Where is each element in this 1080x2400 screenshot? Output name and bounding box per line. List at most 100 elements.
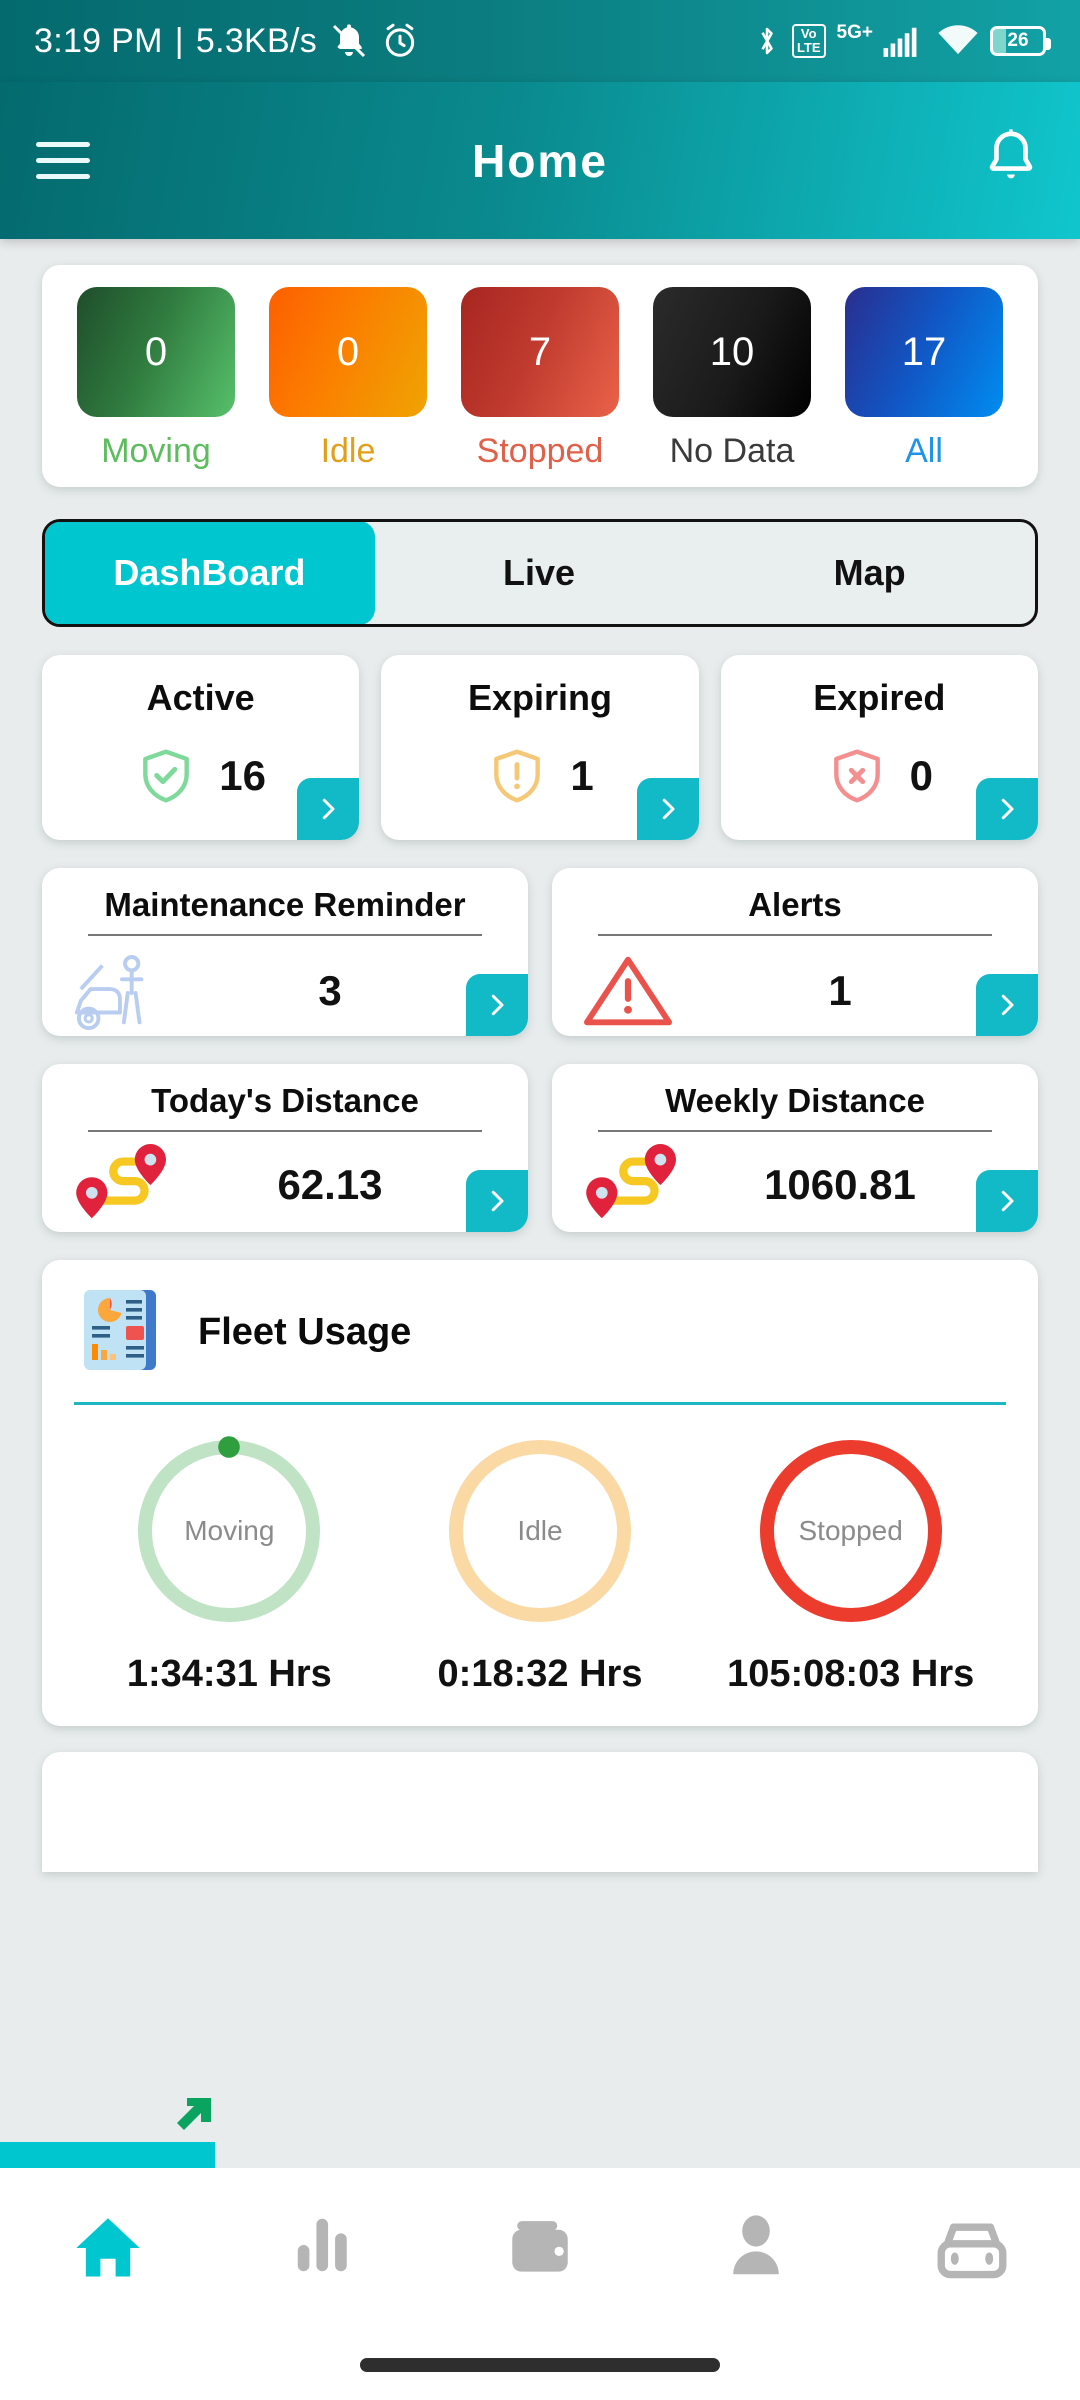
fleet-ring-idle-label: Idle [517, 1515, 563, 1546]
metric-card-expiring[interactable]: Expiring 1 [381, 655, 699, 840]
shield-x-icon [833, 749, 880, 803]
status-tile-no-data-label: No Data [669, 432, 795, 470]
fleet-ring-stopped: Stopped 105:08:03 Hrs [695, 1431, 1006, 1696]
bell-mute-icon [332, 24, 366, 58]
fleet-usage-rings: Moving 1:34:31 Hrs Idle 0:18:32 Hrs Stop… [74, 1431, 1006, 1696]
card-alerts-chevron[interactable] [976, 974, 1038, 1036]
shield-check-icon [143, 749, 190, 803]
tab-dashboard[interactable]: DashBoard [45, 522, 375, 624]
scroll-content: 0 Moving 0 Idle 7 Stopped 10 No Data 17 … [0, 239, 1080, 1872]
status-separator: | [174, 21, 184, 60]
metric-card-expiring-value: 1 [570, 752, 594, 799]
status-tile-stopped-label: Stopped [476, 432, 604, 470]
metric-card-expired-title: Expired [813, 677, 946, 718]
vehicle-status-summary-card: 0 Moving 0 Idle 7 Stopped 10 No Data 17 … [42, 265, 1038, 487]
metric-card-expired-value: 0 [909, 752, 933, 799]
nav-item-home[interactable] [0, 2210, 216, 2286]
divider [88, 1130, 482, 1132]
tab-map[interactable]: Map [704, 522, 1035, 624]
card-todays-distance-chevron[interactable] [466, 1170, 528, 1232]
nav-item-reports[interactable] [216, 2210, 432, 2280]
status-tile-moving-label: Moving [101, 432, 211, 470]
card-todays-distance-value: 62.13 [277, 1161, 383, 1208]
status-tile-no-data-value: 10 [653, 287, 811, 417]
warning-triangle-icon [580, 948, 700, 1034]
maintenance-alerts-row: Maintenance Reminder 3 Alerts 1 [42, 868, 1038, 1036]
fleet-ring-stopped-value: 105:08:03 Hrs [727, 1653, 975, 1695]
divider [88, 934, 482, 936]
fleet-ring-idle-value: 0:18:32 Hrs [437, 1653, 643, 1695]
car-icon [937, 2223, 1007, 2279]
next-card-peek [42, 1752, 1038, 1872]
card-maintenance-reminder-title: Maintenance Reminder [104, 886, 466, 923]
metric-card-expiring-chevron[interactable] [636, 778, 699, 840]
metric-card-active[interactable]: Active 16 [42, 655, 360, 840]
system-status-bar: 3:19 PM | 5.3KB/s Vo LTE 5G+ 26 [0, 0, 1080, 82]
divider [74, 1402, 1006, 1405]
status-tile-stopped-value: 7 [461, 287, 619, 417]
nav-item-profile[interactable] [648, 2210, 864, 2282]
metric-card-active-value: 16 [219, 752, 267, 799]
fleet-usage-title: Fleet Usage [198, 1310, 412, 1353]
car-mechanic-icon [70, 948, 190, 1034]
page-title: Home [472, 134, 608, 187]
status-tile-idle-label: Idle [320, 432, 376, 470]
status-bar-left: 3:19 PM | 5.3KB/s [34, 21, 419, 61]
fleet-ring-moving-value: 1:34:31 Hrs [126, 1653, 332, 1695]
bar-chart-icon [297, 2218, 347, 2272]
fleet-ring-moving-label: Moving [184, 1515, 275, 1546]
hamburger-menu-icon[interactable] [36, 142, 90, 179]
view-tab-bar: DashBoard Live Map [42, 519, 1038, 627]
signal-bars-icon [883, 27, 917, 57]
status-tile-stopped[interactable]: 7 Stopped [444, 287, 636, 471]
card-weekly-distance[interactable]: Weekly Distance 1060.81 [552, 1064, 1038, 1232]
card-weekly-distance-chevron[interactable] [976, 1170, 1038, 1232]
wallet-icon [512, 2221, 568, 2272]
divider [598, 1130, 992, 1132]
card-alerts[interactable]: Alerts 1 [552, 868, 1038, 1036]
nav-item-vehicles[interactable] [864, 2210, 1080, 2290]
nav-item-wallet[interactable] [432, 2210, 648, 2284]
scroll-progress-indicator [0, 2098, 215, 2168]
route-pin-icon [580, 1144, 700, 1226]
divider [598, 934, 992, 936]
status-tile-idle-value: 0 [269, 287, 427, 417]
status-tile-all[interactable]: 17 All [828, 287, 1020, 471]
status-tile-no-data[interactable]: 10 No Data [636, 287, 828, 471]
metric-card-expiring-title: Expiring [467, 677, 612, 718]
card-maintenance-reminder-chevron[interactable] [466, 974, 528, 1036]
bluetooth-icon [761, 27, 773, 55]
clock-text: 3:19 PM [34, 21, 163, 60]
system-home-indicator[interactable] [360, 2358, 720, 2372]
status-tile-moving[interactable]: 0 Moving [60, 287, 252, 471]
status-tile-all-value: 17 [845, 287, 1003, 417]
alarm-clock-icon [385, 23, 415, 57]
fleet-ring-moving: Moving 1:34:31 Hrs [74, 1431, 385, 1696]
fleet-ring-idle: Idle 0:18:32 Hrs [385, 1431, 696, 1696]
card-todays-distance[interactable]: Today's Distance 62.13 [42, 1064, 528, 1232]
metric-card-active-chevron[interactable] [297, 778, 360, 840]
report-chart-icon [84, 1290, 156, 1370]
distance-row: Today's Distance 62.13 Weekly Distance 1… [42, 1064, 1038, 1232]
card-alerts-value: 1 [828, 967, 852, 1014]
card-weekly-distance-value: 1060.81 [764, 1161, 916, 1208]
app-screen: 3:19 PM | 5.3KB/s Vo LTE 5G+ 26 Home 0 M… [0, 0, 1080, 2400]
card-maintenance-reminder-value: 3 [318, 967, 342, 1014]
person-icon [733, 2215, 779, 2275]
fleet-ring-stopped-label: Stopped [798, 1515, 903, 1546]
metric-card-expired[interactable]: Expired 0 [720, 655, 1038, 840]
notification-bell-icon[interactable] [978, 125, 1044, 196]
app-bar: Home [0, 82, 1080, 239]
home-icon [76, 2218, 140, 2277]
card-alerts-title: Alerts [748, 886, 842, 923]
tab-live[interactable]: Live [374, 522, 705, 624]
network-speed-text: 5.3KB/s [195, 21, 318, 60]
network-type-label: 5G+ [836, 22, 873, 43]
status-tile-all-label: All [905, 432, 943, 470]
status-bar-right: Vo LTE 5G+ 26 [753, 22, 1051, 60]
metric-card-expired-chevron[interactable] [975, 778, 1038, 840]
battery-indicator: 26 [990, 26, 1051, 56]
card-maintenance-reminder[interactable]: Maintenance Reminder 3 [42, 868, 528, 1036]
status-tile-idle[interactable]: 0 Idle [252, 287, 444, 471]
wifi-icon [938, 25, 978, 55]
